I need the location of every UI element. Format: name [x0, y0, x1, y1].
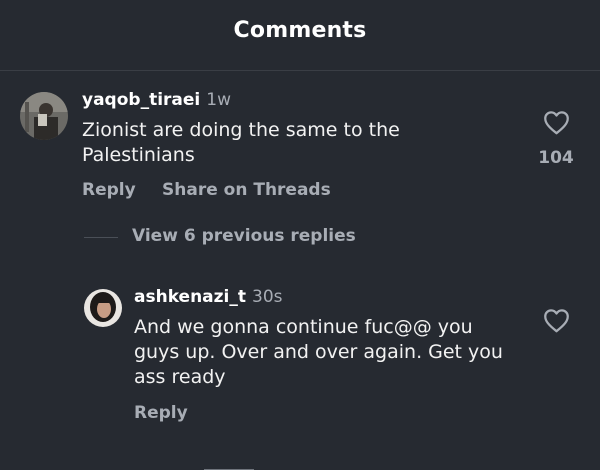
- comments-header: Comments: [0, 0, 600, 71]
- username-text[interactable]: ashkenazi_t: [134, 287, 246, 307]
- avatar[interactable]: [20, 92, 68, 140]
- reply-button[interactable]: Reply: [82, 180, 136, 200]
- heart-outline-icon[interactable]: [543, 110, 570, 139]
- view-previous-replies-button[interactable]: View 6 previous replies: [132, 226, 356, 246]
- comment-text: Zionist are doing the same to the Palest…: [82, 119, 400, 166]
- page-title: Comments: [233, 18, 367, 43]
- reply-button[interactable]: Reply: [134, 403, 188, 423]
- comment-username[interactable]: yaqob_tiraei 1w: [82, 90, 231, 110]
- heart-outline-icon[interactable]: [543, 308, 570, 337]
- replies-divider: [84, 237, 118, 238]
- reply-timestamp: 30s: [252, 287, 283, 307]
- reply-text: And we gonna continue fuc@@ you guys up.…: [134, 316, 503, 388]
- username-text[interactable]: yaqob_tiraei: [82, 90, 200, 110]
- next-comment-partial: [84, 462, 284, 470]
- comment-timestamp: 1w: [206, 90, 231, 110]
- share-on-threads-button[interactable]: Share on Threads: [162, 180, 331, 200]
- avatar[interactable]: [84, 289, 122, 327]
- reply-username[interactable]: ashkenazi_t 30s: [134, 287, 283, 307]
- like-count: 104: [538, 148, 574, 168]
